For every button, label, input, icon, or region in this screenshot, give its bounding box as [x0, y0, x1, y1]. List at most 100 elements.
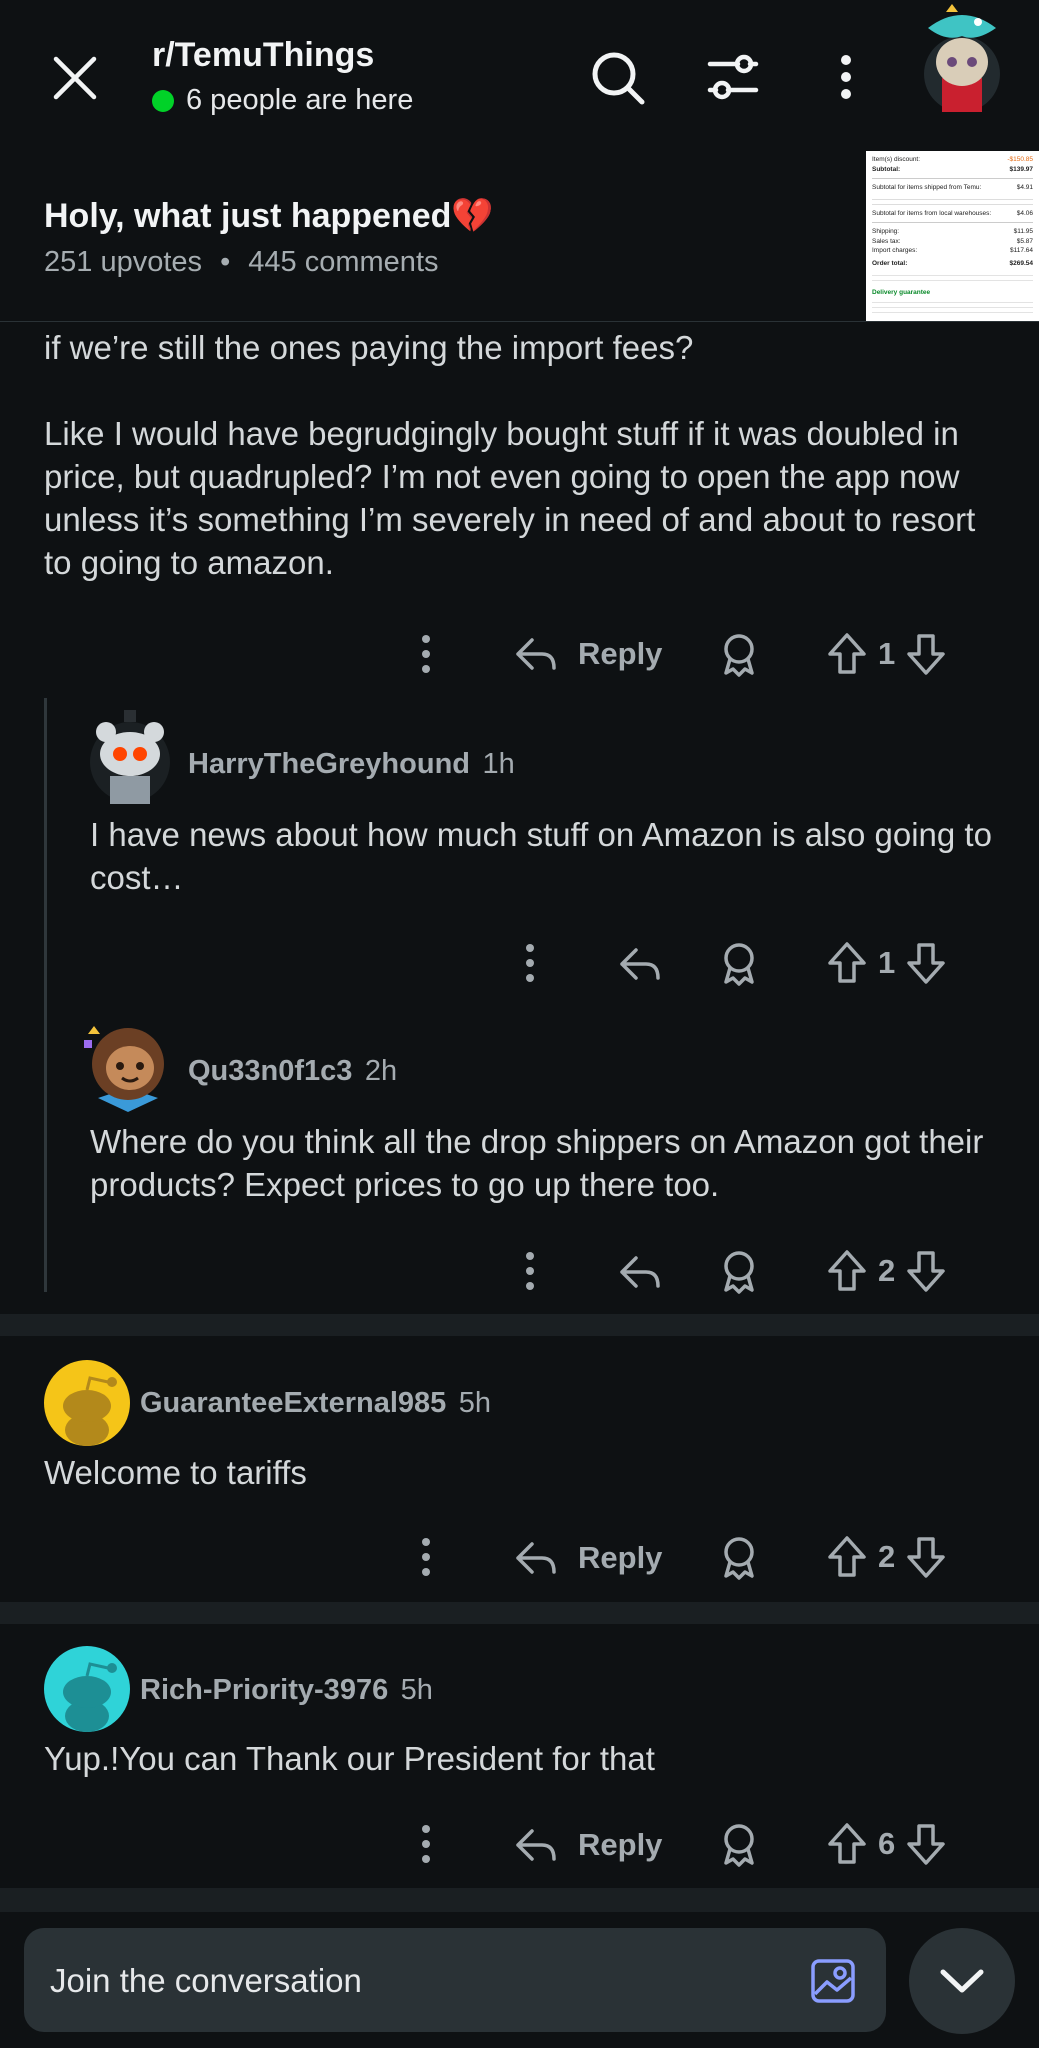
comment-meta: GuaranteeExternal985 5h	[140, 1387, 491, 1420]
thumb-line: Delivery guarantee	[872, 289, 931, 296]
user-avatar[interactable]	[916, 2, 1008, 114]
vote-count: 1	[878, 636, 896, 671]
comment-age: 5h	[400, 1674, 433, 1706]
join-conversation-placeholder: Join the conversation	[50, 1962, 362, 1999]
reply-icon[interactable]	[618, 1252, 662, 1292]
reply-button[interactable]: Reply	[514, 1825, 662, 1865]
comment-age: 1h	[482, 748, 515, 780]
collapse-button[interactable]	[909, 1928, 1015, 2034]
comment-body: I have news about how much stuff on Amaz…	[90, 816, 992, 896]
reply-label: Reply	[578, 1540, 663, 1575]
thumb-line: Shipping:	[872, 228, 900, 235]
upvote-icon[interactable]	[826, 1822, 868, 1866]
vote-count: 2	[878, 1253, 896, 1288]
post-title[interactable]: Holy, what just happened💔	[44, 196, 494, 236]
reply-button[interactable]: Reply	[514, 1538, 662, 1578]
vote-count: 6	[878, 1826, 896, 1861]
search-icon[interactable]	[590, 50, 646, 106]
comment-author[interactable]: Qu33n0f1c3	[188, 1055, 352, 1087]
chevron-down-icon	[940, 1969, 984, 1993]
subreddit-name[interactable]: r/TemuThings	[152, 36, 374, 75]
reply-icon	[516, 638, 556, 670]
comment-body: Yup.!You can Thank our President for tha…	[44, 1740, 655, 1777]
presence-indicator: 6 people are here	[152, 84, 413, 117]
reply-label: Reply	[578, 1827, 663, 1862]
meta-separator: •	[220, 246, 231, 278]
thread-separator	[0, 1602, 1039, 1624]
award-icon[interactable]	[718, 942, 760, 986]
vote-control: 1	[826, 941, 947, 985]
reply-label: Reply	[578, 636, 663, 671]
upvote-count: 251 upvotes	[44, 246, 203, 278]
thread-separator	[0, 1888, 1039, 1912]
reply-icon	[516, 1829, 556, 1861]
more-options-icon[interactable]	[418, 1823, 434, 1865]
downvote-icon[interactable]	[905, 1249, 947, 1293]
thumb-value: $269.54	[1009, 259, 1034, 267]
comment-body: Where do you think all the drop shippers…	[90, 1123, 984, 1203]
thumb-line: Item(s) discount:	[872, 156, 921, 163]
downvote-icon[interactable]	[905, 1535, 947, 1579]
avatar[interactable]	[44, 1646, 130, 1732]
thumb-line: Subtotal for items from local warehouses…	[872, 209, 992, 217]
vote-control: 1	[826, 632, 947, 676]
avatar[interactable]	[44, 1360, 130, 1446]
image-attach-icon[interactable]	[810, 1958, 856, 2004]
post-stats: 251 upvotes • 445 comments	[44, 246, 439, 279]
vote-control: 6	[826, 1822, 947, 1866]
award-icon[interactable]	[718, 1823, 760, 1867]
downvote-icon[interactable]	[905, 632, 947, 676]
comment-author[interactable]: Rich-Priority-3976	[140, 1674, 388, 1706]
avatar[interactable]	[88, 706, 172, 804]
thumb-line: Sales tax:	[872, 237, 901, 245]
reply-icon[interactable]	[618, 944, 662, 984]
vote-control: 2	[826, 1535, 947, 1579]
post-thumbnail[interactable]: Item(s) discount: -$150.85 Subtotal: $139.…	[866, 151, 1039, 321]
thread-line[interactable]	[44, 698, 47, 1292]
comment-meta: HarryTheGreyhound 1h	[188, 748, 515, 781]
more-options-icon[interactable]	[522, 942, 538, 984]
thumb-value: $117.64	[1009, 247, 1033, 254]
thumb-value: $5.87	[1016, 237, 1033, 245]
comment-author[interactable]: HarryTheGreyhound	[188, 748, 470, 780]
downvote-icon[interactable]	[905, 941, 947, 985]
comment-age: 5h	[458, 1387, 491, 1419]
close-icon[interactable]	[52, 55, 98, 101]
vote-count: 2	[878, 1539, 896, 1574]
upvote-icon[interactable]	[826, 1249, 868, 1293]
award-icon[interactable]	[718, 633, 760, 677]
online-dot	[152, 89, 174, 112]
comment-meta: Rich-Priority-3976 5h	[140, 1674, 433, 1707]
more-options-icon[interactable]	[418, 1536, 434, 1578]
thumb-value: $11.95	[1013, 228, 1033, 235]
thumb-line: Subtotal for items shipped from Temu:	[872, 184, 982, 191]
presence-text: 6 people are here	[186, 84, 414, 116]
avatar[interactable]	[80, 1012, 176, 1112]
comment-body: Welcome to tariffs	[44, 1454, 307, 1491]
thumb-line: Subtotal:	[872, 165, 901, 173]
filter-icon[interactable]	[706, 52, 760, 102]
thumb-line: Import charges:	[872, 247, 918, 254]
thread-separator	[0, 1314, 1039, 1336]
downvote-icon[interactable]	[905, 1822, 947, 1866]
vote-count: 1	[878, 945, 896, 980]
thumb-value: $139.97	[1009, 165, 1034, 173]
comment-author[interactable]: GuaranteeExternal985	[140, 1387, 446, 1419]
thumb-value: $4.91	[1016, 184, 1033, 191]
vote-control: 2	[826, 1249, 947, 1293]
award-icon[interactable]	[718, 1536, 760, 1580]
upvote-icon[interactable]	[826, 632, 868, 676]
top-bar	[0, 0, 1039, 150]
upvote-icon[interactable]	[826, 941, 868, 985]
award-icon[interactable]	[718, 1250, 760, 1294]
more-options-icon[interactable]	[522, 1250, 538, 1292]
upvote-icon[interactable]	[826, 1535, 868, 1579]
comment-age: 2h	[364, 1055, 398, 1087]
more-options-icon[interactable]	[418, 633, 434, 675]
thumb-value: -$150.85	[1007, 156, 1033, 163]
more-options-icon[interactable]	[834, 52, 858, 102]
reply-button[interactable]: Reply	[514, 634, 662, 674]
thumb-line: Order total:	[872, 259, 908, 267]
reply-icon	[516, 1542, 556, 1574]
thumb-value: $4.06	[1016, 209, 1033, 217]
